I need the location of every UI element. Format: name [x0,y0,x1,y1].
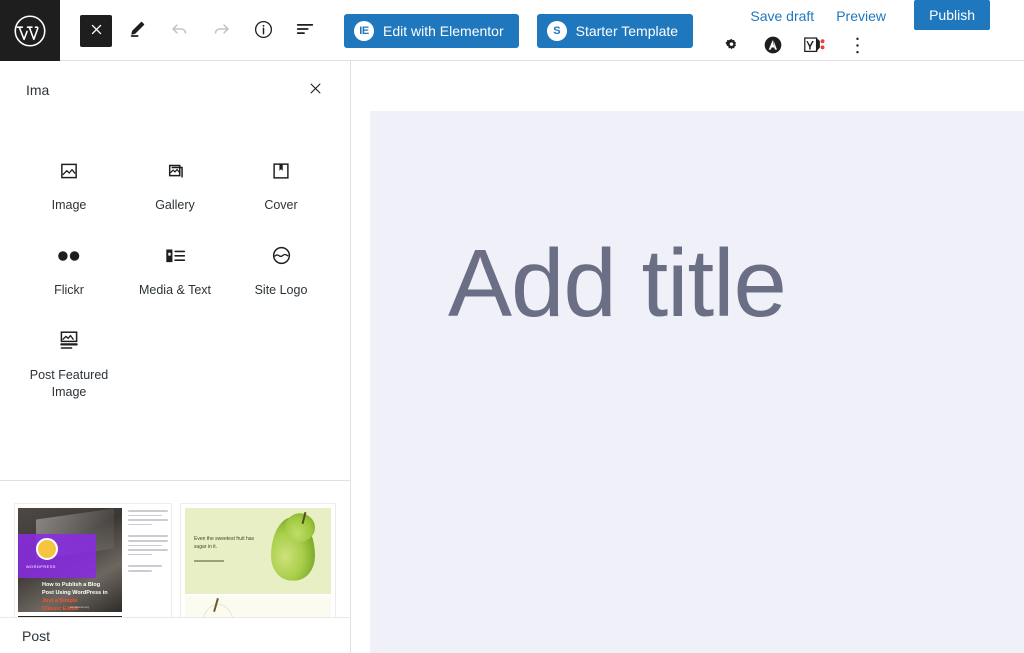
block-item-site-logo[interactable]: Site Logo [228,232,334,309]
block-item-flickr[interactable]: Flickr [16,232,122,309]
post-featured-image-icon [57,329,81,353]
post-content-area[interactable]: Add title Heading [370,111,1024,653]
block-results-grid: Image Gallery Cover Flickr Media & Text … [0,119,350,411]
list-view-button[interactable] [288,14,322,48]
wordpress-logo-icon [13,14,47,48]
details-button[interactable] [246,14,280,48]
starter-template-label: Starter Template [575,22,679,39]
top-bar-right-cluster: Save draft Preview Publish [694,0,1024,61]
save-draft-button[interactable]: Save draft [748,5,816,27]
post-heading-block[interactable]: Heading [448,649,679,653]
elementor-badge-icon: IE [354,20,374,41]
plugin-action-buttons: IE Edit with Elementor S Starter Templat… [322,0,694,61]
block-item-image[interactable]: Image [16,147,122,224]
block-label: Image [51,198,87,212]
headline-line-3: Just a Simple [42,597,78,604]
undo-button[interactable] [162,14,196,48]
blog-post-thumbnail: WORDPRESS How to Publish a Blog Post Usi… [18,508,122,612]
block-label: Flickr [54,282,84,297]
image-icon [57,159,81,183]
headline-line-1: How to Publish a Blog [42,582,101,588]
pear-text-top: Even the sweetest fruit has sugar in it. [194,536,255,550]
flickr-icon [57,244,81,268]
astra-logo-button[interactable] [760,34,786,60]
thumbnail-logo-badge [36,538,58,560]
cover-icon [269,159,293,183]
pattern-category-label: Post [22,627,51,644]
post-title-placeholder[interactable]: Add title [448,236,868,332]
thumbnail-purple-overlay [18,534,96,578]
block-label: Cover [264,198,298,212]
site-logo-icon [269,244,293,268]
wordpress-block-editor: IE Edit with Elementor S Starter Templat… [0,0,1024,653]
editor-top-bar: IE Edit with Elementor S Starter Templat… [0,0,1024,61]
pattern-text-column [128,510,168,575]
thumbnail-brand-text: WORDPRESS [26,564,56,569]
block-search-input[interactable] [26,82,246,98]
top-bar-icon-row [694,32,1024,61]
block-item-post-featured-image[interactable]: Post Featured Image [16,317,122,411]
edit-with-elementor-label: Edit with Elementor [383,22,504,39]
undo-arrow-icon [169,19,190,43]
publish-button[interactable]: Publish [914,0,990,30]
block-inserter-panel: Image Gallery [0,61,351,653]
redo-arrow-icon [211,19,232,43]
astra-logo-icon [763,35,783,58]
pencil-icon [127,19,147,42]
editor-tools [60,0,322,61]
block-search-row [0,61,350,119]
editor-canvas: Add title Heading [352,61,1024,653]
pear-pattern-top: Even the sweetest fruit has sugar in it. [185,508,331,594]
block-label: Site Logo [254,282,308,297]
pear-text-rule [194,560,224,562]
block-item-cover[interactable]: Cover [228,147,334,224]
wordpress-logo-button[interactable] [0,0,60,61]
media-and-text-icon [163,244,187,268]
close-inserter-button[interactable] [302,77,328,103]
pear-illustration [271,513,315,581]
gallery-icon [163,159,187,183]
block-patterns-preview: WORDPRESS How to Publish a Blog Post Usi… [0,481,350,653]
edit-with-elementor-button[interactable]: IE Edit with Elementor [344,13,519,48]
starter-template-badge-icon: S [546,20,567,41]
tools-pencil-button[interactable] [120,14,154,48]
settings-gear-button[interactable] [718,34,744,60]
redo-button[interactable] [204,14,238,48]
close-x-icon [307,80,324,100]
block-label: Post Featured Image [29,367,109,399]
settings-gear-icon [723,37,740,57]
preview-button[interactable]: Preview [834,5,888,27]
close-x-icon [89,22,104,40]
yoast-seo-button[interactable] [802,34,828,60]
starter-template-button[interactable]: S Starter Template [536,13,694,48]
block-item-gallery[interactable]: Gallery [122,147,228,224]
pattern-category-footer: Post [0,617,350,653]
headline-line-2: Post Using WordPress in [42,589,108,596]
thumbnail-caption: wordpress.org [70,605,90,609]
yoast-seo-icon [804,36,826,58]
block-item-media-and-text[interactable]: Media & Text [122,232,228,309]
document-outline-icon [294,18,316,43]
block-label: Media & Text [138,282,212,297]
block-label: Gallery [155,198,195,212]
kebab-menu-icon [855,36,860,58]
more-options-button[interactable] [844,34,870,60]
block-inserter-toggle[interactable] [80,14,112,47]
info-circle-icon [253,19,274,43]
